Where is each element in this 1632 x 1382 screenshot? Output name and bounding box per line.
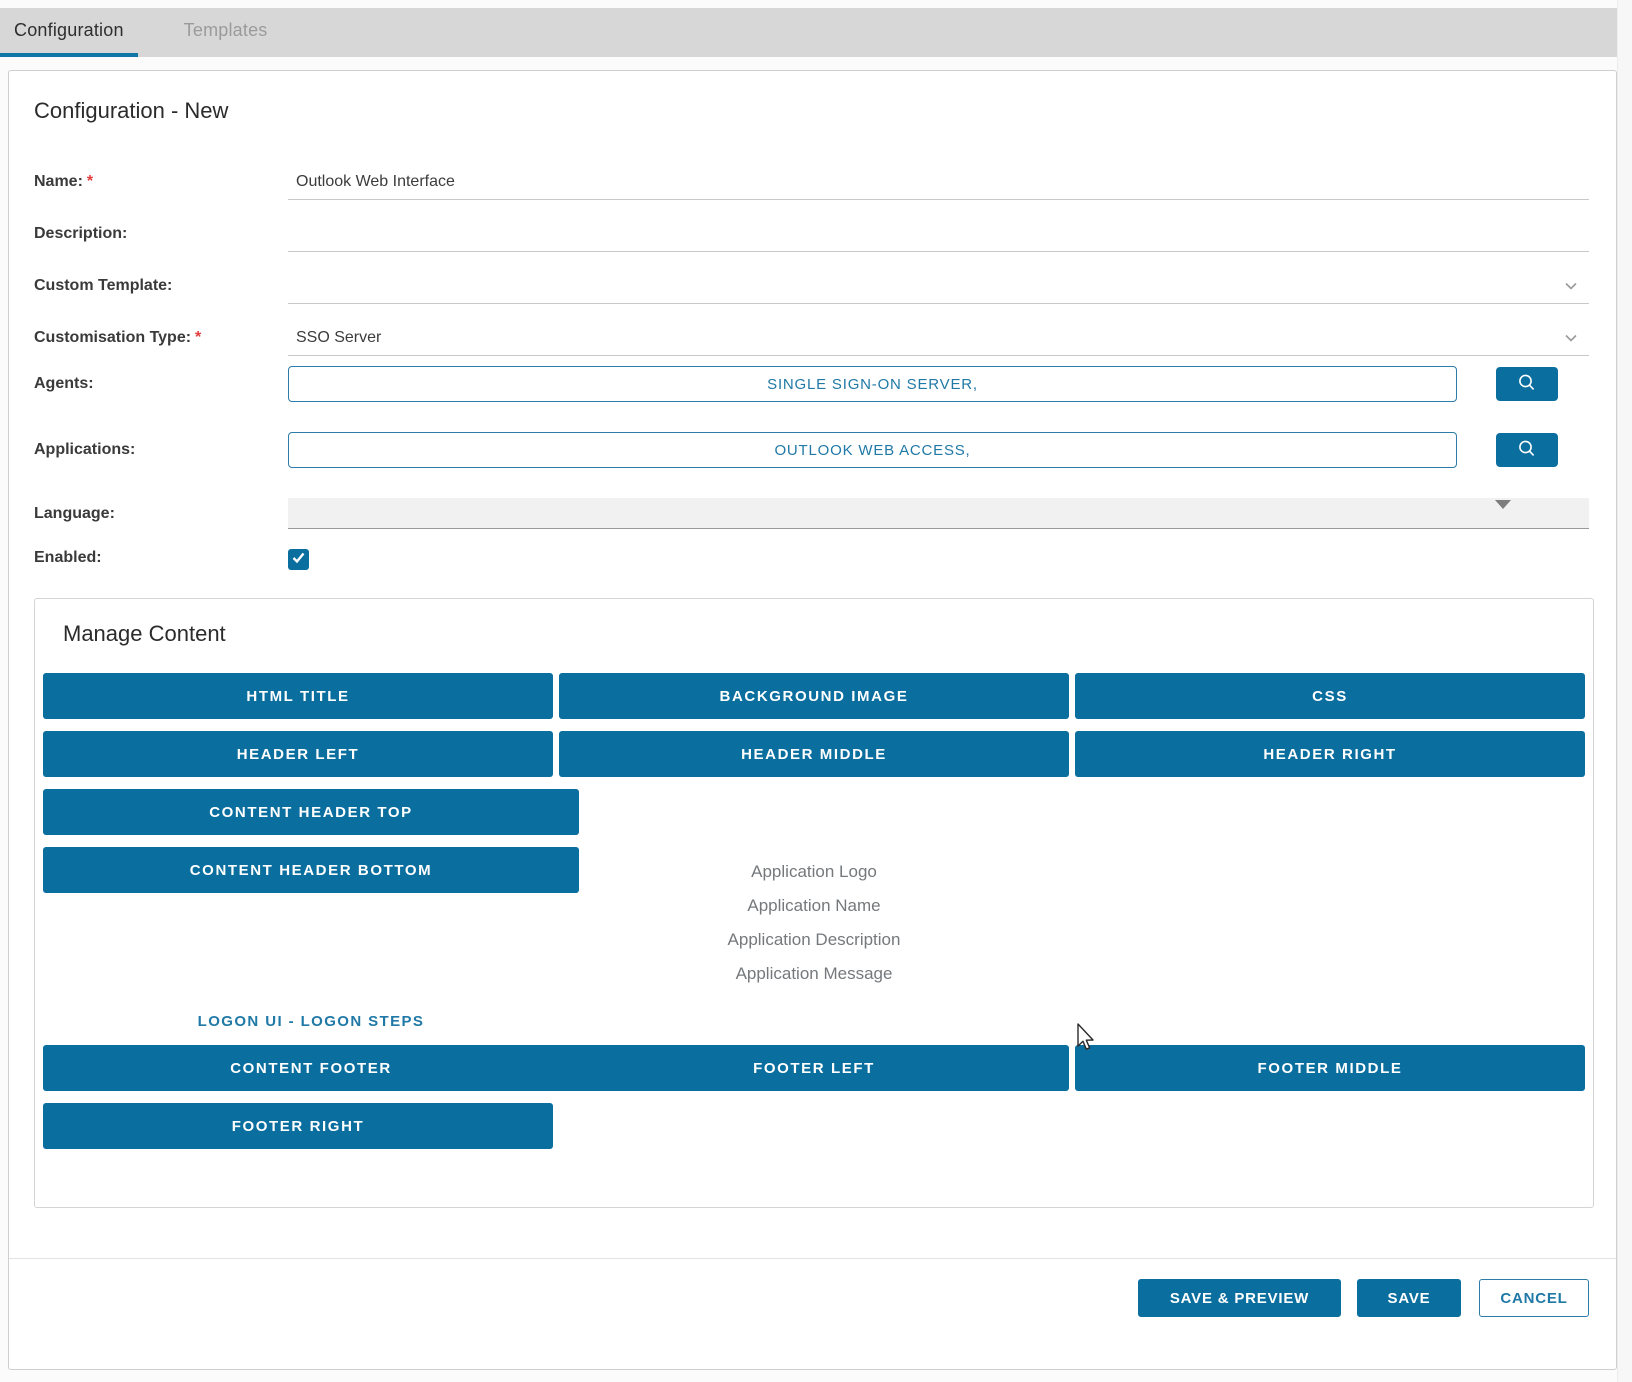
form-row-custom-template: Custom Template: bbox=[34, 268, 1589, 304]
page-title: Configuration - New bbox=[9, 71, 1616, 124]
manage-content-title: Manage Content bbox=[43, 621, 1585, 647]
tab-templates[interactable]: Templates bbox=[170, 8, 282, 57]
content-header-bottom-button[interactable]: CONTENT HEADER BOTTOM bbox=[43, 847, 579, 893]
agents-search-button[interactable] bbox=[1496, 367, 1558, 401]
name-value: Outlook Web Interface bbox=[296, 173, 455, 191]
header-right-button[interactable]: HEADER RIGHT bbox=[1075, 731, 1585, 777]
logon-ui-row: LOGON UI - LOGON STEPS bbox=[43, 1013, 579, 1031]
html-title-button[interactable]: HTML TITLE bbox=[43, 673, 553, 719]
agents-field[interactable]: SINGLE SIGN-ON SERVER, bbox=[288, 366, 1457, 402]
form-row-customisation-type: Customisation Type:* SSO Server bbox=[34, 320, 1589, 356]
cancel-button[interactable]: CANCEL bbox=[1479, 1279, 1589, 1317]
manage-content-grid: HTML TITLE BACKGROUND IMAGE CSS HEADER L… bbox=[43, 673, 1585, 1149]
description-label: Description: bbox=[34, 225, 288, 243]
logon-ui-logon-steps-link[interactable]: LOGON UI - LOGON STEPS bbox=[198, 1013, 425, 1030]
enabled-checkbox[interactable] bbox=[288, 549, 309, 570]
configuration-form: Name:* Outlook Web Interface Description… bbox=[9, 164, 1616, 570]
required-asterisk: * bbox=[87, 173, 93, 190]
name-input[interactable]: Outlook Web Interface bbox=[288, 164, 1589, 200]
customisation-type-label: Customisation Type:* bbox=[34, 329, 288, 347]
form-row-agents: Agents: SINGLE SIGN-ON SERVER, bbox=[34, 366, 1589, 402]
background-image-button[interactable]: BACKGROUND IMAGE bbox=[559, 673, 1069, 719]
language-select-disabled bbox=[288, 498, 1589, 529]
application-preview-placeholder: Application Logo Application Name Applic… bbox=[559, 847, 1069, 995]
form-row-language: Language: bbox=[34, 498, 1589, 529]
content-header-top-button[interactable]: CONTENT HEADER TOP bbox=[43, 789, 579, 835]
search-icon bbox=[1516, 372, 1538, 397]
applications-label: Applications: bbox=[34, 441, 288, 459]
tab-configuration-label: Configuration bbox=[14, 20, 124, 41]
manage-content-panel: Manage Content HTML TITLE BACKGROUND IMA… bbox=[34, 598, 1594, 1208]
language-label: Language: bbox=[34, 505, 288, 523]
footer-left-button[interactable]: FOOTER LEFT bbox=[559, 1045, 1069, 1091]
save-and-preview-button[interactable]: SAVE & PREVIEW bbox=[1138, 1279, 1341, 1317]
form-row-name: Name:* Outlook Web Interface bbox=[34, 164, 1589, 200]
css-button[interactable]: CSS bbox=[1075, 673, 1585, 719]
customisation-type-value: SSO Server bbox=[296, 329, 381, 347]
applications-search-button[interactable] bbox=[1496, 433, 1558, 467]
form-row-applications: Applications: OUTLOOK WEB ACCESS, bbox=[34, 432, 1589, 468]
agents-label: Agents: bbox=[34, 375, 288, 393]
check-icon bbox=[291, 550, 306, 570]
custom-template-select[interactable] bbox=[288, 268, 1589, 304]
footer-right-button[interactable]: FOOTER RIGHT bbox=[43, 1103, 553, 1149]
tab-bar: Configuration Templates bbox=[0, 8, 1617, 57]
save-button[interactable]: SAVE bbox=[1357, 1279, 1461, 1317]
tab-templates-label: Templates bbox=[184, 20, 268, 41]
header-middle-button[interactable]: HEADER MIDDLE bbox=[559, 731, 1069, 777]
screen: Configuration Templates Configuration - … bbox=[0, 0, 1632, 1382]
caret-down-icon bbox=[1495, 500, 1511, 509]
search-icon bbox=[1516, 438, 1538, 463]
content-footer-button[interactable]: CONTENT FOOTER bbox=[43, 1045, 579, 1091]
customisation-type-select[interactable]: SSO Server bbox=[288, 320, 1589, 356]
header-left-button[interactable]: HEADER LEFT bbox=[43, 731, 553, 777]
enabled-label: Enabled: bbox=[34, 549, 288, 567]
name-label: Name:* bbox=[34, 173, 288, 191]
description-input[interactable] bbox=[288, 216, 1589, 252]
tab-configuration[interactable]: Configuration bbox=[0, 8, 138, 57]
agents-value: SINGLE SIGN-ON SERVER, bbox=[767, 376, 978, 393]
form-actions: SAVE & PREVIEW SAVE CANCEL bbox=[9, 1258, 1616, 1317]
chevron-down-icon bbox=[1563, 330, 1579, 351]
vertical-scrollbar[interactable] bbox=[1617, 0, 1632, 1382]
footer-middle-button[interactable]: FOOTER MIDDLE bbox=[1075, 1045, 1585, 1091]
application-logo-placeholder: Application Logo bbox=[559, 855, 1069, 889]
form-row-description: Description: bbox=[34, 216, 1589, 252]
configuration-panel: Configuration - New Name:* Outlook Web I… bbox=[8, 70, 1617, 1370]
form-row-enabled: Enabled: bbox=[34, 549, 1589, 570]
applications-field[interactable]: OUTLOOK WEB ACCESS, bbox=[288, 432, 1457, 468]
application-name-placeholder: Application Name bbox=[559, 889, 1069, 923]
custom-template-label: Custom Template: bbox=[34, 277, 288, 295]
applications-value: OUTLOOK WEB ACCESS, bbox=[774, 442, 970, 459]
required-asterisk: * bbox=[195, 329, 201, 346]
application-message-placeholder: Application Message bbox=[559, 957, 1069, 991]
chevron-down-icon bbox=[1563, 278, 1579, 299]
application-description-placeholder: Application Description bbox=[559, 923, 1069, 957]
